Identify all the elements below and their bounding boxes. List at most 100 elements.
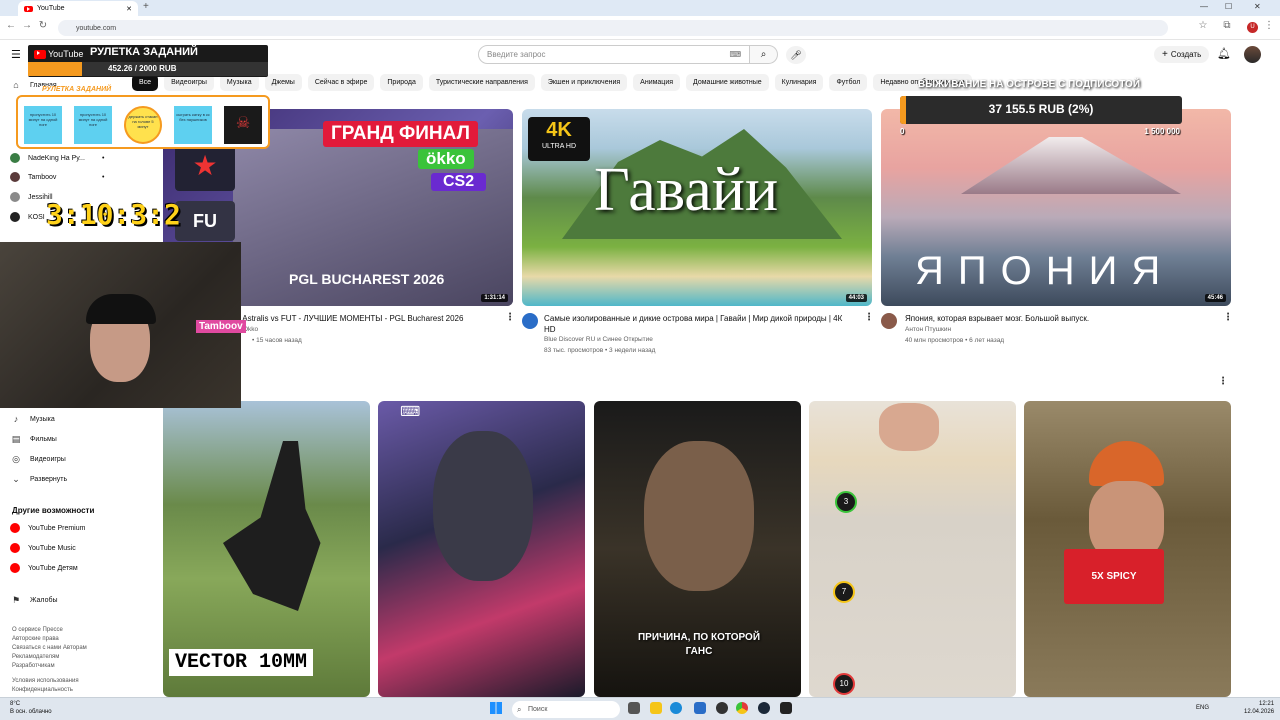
search-icon: ⌕ [760, 49, 767, 60]
film-icon: ▤ [11, 433, 21, 444]
short-thumbnail[interactable]: ⌨ [378, 401, 585, 697]
sidebar-subscription[interactable]: KOSI [10, 210, 45, 224]
footer-link[interactable]: Конфиденциальность [12, 686, 87, 695]
channel-avatar[interactable] [881, 313, 897, 329]
chip[interactable]: Анимация [633, 74, 681, 91]
chip[interactable]: Экшен и приключения [540, 74, 628, 91]
sidebar-subscription[interactable]: NadeKing На Ру... • [10, 151, 104, 165]
footer-link[interactable]: Разработчикам [12, 662, 87, 671]
search-input[interactable]: Введите запрос ⌨ [478, 45, 750, 64]
obs-icon[interactable] [716, 702, 728, 714]
address-bar[interactable]: youtube.com [58, 20, 1168, 36]
taskbar-search[interactable]: ⌕ Поиск [512, 701, 620, 718]
short-thumbnail[interactable]: 3 7 10 [809, 401, 1016, 697]
browser-tab-youtube[interactable]: YouTube ✕ [18, 1, 138, 16]
extensions-icon[interactable]: ⧉ [1220, 20, 1234, 31]
chevron-down-icon: ⌄ [12, 473, 20, 484]
sidebar-item-kids[interactable]: YouTube Детям [10, 561, 78, 575]
profile-avatar[interactable]: U [1247, 22, 1258, 33]
video-meta: • 15 часов назад [252, 337, 302, 344]
video-title[interactable]: Самые изолированные и дикие острова мира… [544, 313, 854, 335]
youtube-premium-icon [10, 523, 20, 533]
short-thumbnail[interactable]: 5X SPICY [1024, 401, 1231, 697]
video-more-icon[interactable]: ⋮ [864, 312, 874, 323]
plus-icon: + [1162, 49, 1168, 60]
chip[interactable]: Футбол [829, 74, 868, 91]
hamburger-menu-icon[interactable]: ☰ [11, 48, 21, 61]
short-thumbnail[interactable]: ПРИЧИНА, ПО КОТОРОЙ ГАНС [594, 401, 801, 697]
video-thumbnail[interactable]: 4K ULTRA HD Гавайи 44:03 [522, 109, 872, 306]
sidebar-item-premium[interactable]: YouTube Premium [10, 521, 85, 535]
video-channel[interactable]: Антон Птушкин [905, 325, 951, 335]
sidebar-item-expand[interactable]: ⌄ Развернуть [10, 472, 67, 486]
close-window-icon[interactable]: ✕ [1254, 2, 1261, 11]
windows-taskbar: 8°C В осн. облачно ⌕ Поиск ENG 12:21 12.… [0, 697, 1280, 720]
channel-name: Tamboov [28, 173, 57, 181]
webcam-label: Tamboov [196, 320, 246, 333]
search-button[interactable]: ⌕ [750, 45, 778, 64]
youtube-logo: YouTube [34, 49, 83, 59]
reload-icon[interactable]: ↻ [36, 20, 50, 31]
steam-icon[interactable] [758, 702, 770, 714]
file-explorer-icon[interactable] [650, 702, 662, 714]
cards-title: РУЛЕТКА ЗАДАНИЙ [40, 86, 114, 93]
weather-widget[interactable]: 8°C В осн. облачно [10, 700, 52, 716]
notifications-bell-icon[interactable]: 🔔︎ [1217, 47, 1231, 60]
video-title[interactable]: !! Astralis vs FUT - ЛУЧШИЕ МОМЕНТЫ - PG… [236, 313, 498, 324]
browser-menu-icon[interactable]: ⋮ [1262, 20, 1276, 31]
video-more-icon[interactable]: ⋮ [1223, 312, 1233, 323]
badge-4k-text: 4K [546, 119, 572, 141]
store-icon[interactable] [694, 702, 706, 714]
chrome-icon[interactable] [736, 702, 748, 714]
short-caption: 5X SPICY [1091, 571, 1137, 582]
maximize-icon[interactable]: ☐ [1225, 2, 1232, 11]
chip[interactable]: Природа [380, 74, 423, 91]
task-view-icon[interactable] [628, 702, 640, 714]
chip[interactable]: Кулинария [774, 74, 824, 91]
sidebar-item-music-app[interactable]: YouTube Music [10, 541, 76, 555]
video-more-icon[interactable]: ⋮ [505, 312, 515, 323]
video-thumbnail[interactable]: ЯПОНИЯ 45:46 [881, 109, 1231, 306]
roulette-title: РУЛЕТКА ЗАДАНИЙ [90, 46, 198, 58]
sidebar-item-films[interactable]: ▤ Фильмы [10, 432, 57, 446]
keyboard-icon[interactable]: ⌨ [729, 50, 741, 59]
thumbnail-headline: ГРАНД ФИНАЛ [323, 121, 478, 147]
edge-icon[interactable] [670, 702, 682, 714]
footer-link[interactable]: Рекламодателям [12, 653, 87, 662]
forward-icon[interactable]: → [20, 20, 34, 31]
bookmark-star-icon[interactable]: ☆ [1196, 20, 1210, 31]
footer-link[interactable]: Условия использования [12, 677, 87, 686]
chip[interactable]: Джемы [264, 74, 302, 91]
channel-avatar[interactable] [522, 313, 538, 329]
sidebar-subscription[interactable]: Tamboov • [10, 170, 104, 184]
short-thumbnail[interactable]: VECTOR 10MM [163, 401, 370, 697]
clock-date: 12.04.2026 [1244, 709, 1275, 715]
footer-link[interactable]: Авторские права [12, 635, 87, 644]
minimize-icon[interactable]: — [1200, 2, 1208, 11]
account-avatar[interactable] [1244, 46, 1261, 63]
windows-start-icon[interactable] [490, 702, 502, 714]
shorts-more-icon[interactable]: ⋮ [1218, 376, 1228, 387]
footer-link[interactable]: О сервисе Прессе [12, 626, 87, 635]
create-label: Создать [1170, 50, 1202, 59]
video-channel[interactable]: Blue Discover RU и Синее Открытие [544, 335, 653, 345]
sidebar-item-music[interactable]: ♪ Музыка [10, 412, 55, 426]
app-icon[interactable] [780, 702, 792, 714]
chip[interactable]: Домашние животные [686, 74, 769, 91]
video-title[interactable]: Япония, которая взрывает мозг. Большой в… [905, 313, 1215, 324]
face-shape [644, 441, 754, 591]
sidebar-item-games[interactable]: ◎ Видеоигры [10, 452, 66, 466]
back-icon[interactable]: ← [4, 20, 18, 31]
sidebar-item-label: Музыка [30, 415, 55, 423]
voice-search-button[interactable]: 🎤︎ [786, 46, 806, 64]
sidebar-item-report[interactable]: ⚑ Жалобы [10, 593, 58, 607]
chip[interactable]: Сейчас в эфире [307, 74, 375, 91]
tab-close-icon[interactable]: ✕ [126, 5, 132, 13]
chip[interactable]: Туристические направления [428, 74, 535, 91]
new-tab-button[interactable]: + [143, 1, 149, 12]
sidebar-item-label: Развернуть [30, 475, 68, 483]
language-indicator[interactable]: ENG [1196, 705, 1209, 711]
footer-link[interactable]: Связаться с нами Авторам [12, 644, 87, 653]
create-button[interactable]: + Создать [1154, 46, 1210, 63]
clock[interactable]: 12:21 12.04.2026 [1244, 700, 1274, 716]
